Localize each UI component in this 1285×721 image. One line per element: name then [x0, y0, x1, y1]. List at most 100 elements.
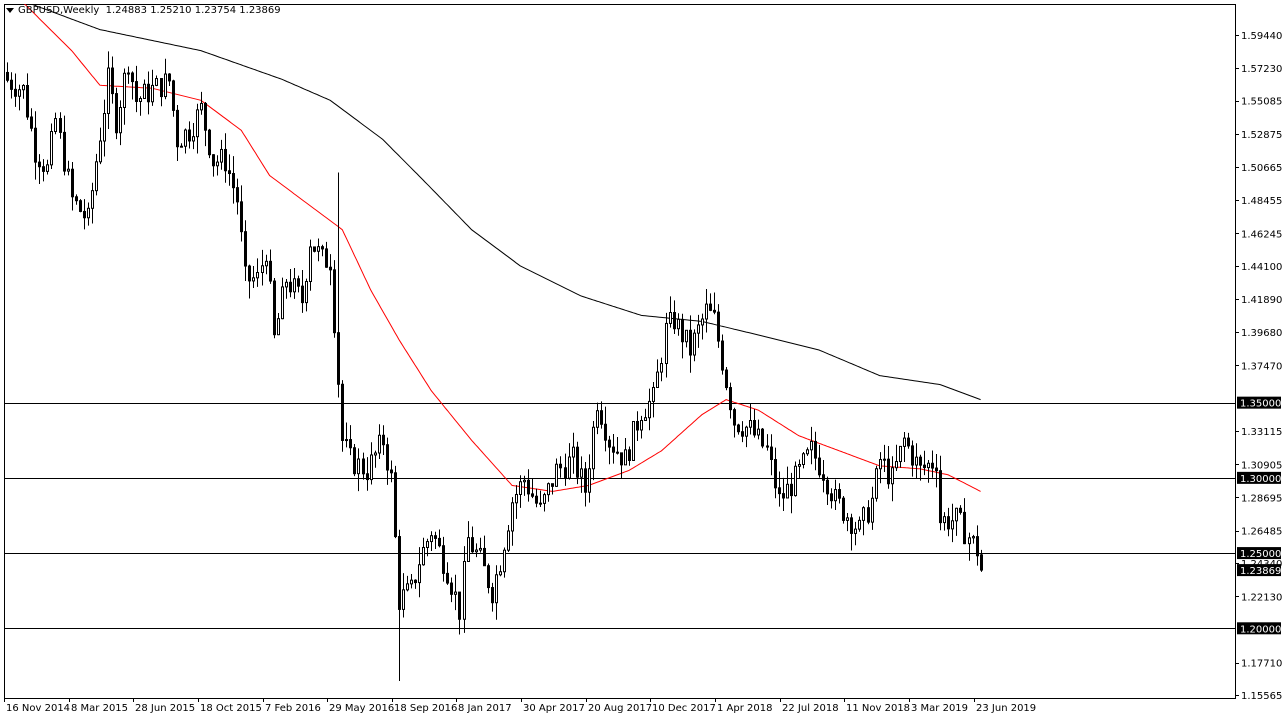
candle-bear: [540, 503, 542, 504]
level-label: 1.20000: [1240, 624, 1281, 635]
candle-bull: [185, 130, 187, 146]
candle-bear: [27, 85, 29, 116]
candle-bull: [104, 114, 106, 141]
price-tick-label: 1.48455: [1241, 196, 1282, 207]
candle-bear: [726, 370, 728, 388]
price-tick-label: 1.15565: [1241, 691, 1282, 702]
candle-bear: [116, 94, 118, 133]
candle-bear: [762, 429, 764, 446]
candle-bull: [520, 482, 522, 495]
candle-bull: [678, 319, 680, 328]
candle-bull: [120, 107, 122, 132]
candle-bull: [661, 364, 663, 373]
candle-bear: [7, 72, 9, 80]
candle-bear: [851, 518, 853, 534]
candle-bull: [262, 266, 264, 273]
candle-bear: [31, 117, 33, 128]
candle-bull: [253, 278, 255, 281]
candle-bear: [791, 484, 793, 495]
candle-bull: [795, 466, 797, 495]
candle-bear: [391, 470, 393, 473]
candle-bear: [560, 464, 562, 468]
candle-bear: [35, 128, 37, 162]
candle-bull: [666, 323, 668, 363]
candle-bull: [835, 490, 837, 501]
price-tick-label: 1.22130: [1241, 592, 1282, 603]
candle-bear: [868, 508, 870, 522]
candle-bear: [314, 247, 316, 251]
candle-bull: [952, 521, 954, 529]
candle-bear: [528, 480, 530, 494]
time-tick-label: 28 Jun 2015: [135, 703, 195, 714]
candle-bear: [775, 460, 777, 488]
candle-bear: [536, 496, 538, 503]
candle-bull: [928, 463, 930, 467]
candle-bear: [730, 388, 732, 410]
candle-bull: [686, 330, 688, 341]
candle-bear: [249, 266, 251, 281]
candle-bull: [904, 438, 906, 446]
candle-bear: [815, 441, 817, 458]
candle-bull: [706, 304, 708, 319]
candle-bear: [334, 270, 336, 333]
candle-bear: [565, 468, 567, 478]
candle-bull: [694, 333, 696, 355]
candle-bear: [177, 110, 179, 146]
candle-bull: [811, 441, 813, 449]
candle-bull: [193, 137, 195, 141]
candle-bear: [64, 132, 66, 171]
time-tick-label: 3 Mar 2019: [911, 703, 968, 714]
candle-bull: [847, 518, 849, 521]
candle-bull: [512, 503, 514, 531]
dropdown-triangle-icon[interactable]: [6, 8, 14, 13]
chart-title: GBPUSD,Weekly 1.24883 1.25210 1.23754 1.…: [6, 5, 281, 16]
candle-bear: [754, 421, 756, 435]
candle-bear: [710, 304, 712, 310]
candle-bear: [585, 469, 587, 492]
candle-bull: [431, 536, 433, 542]
candle-bear: [459, 592, 461, 619]
candle-bear: [783, 494, 785, 498]
candle-bear: [302, 286, 304, 302]
candle-bull: [310, 247, 312, 282]
candle-bull: [504, 550, 506, 572]
candle-bull: [403, 590, 405, 610]
candle-bull: [944, 517, 946, 523]
price-tick-label: 1.57230: [1241, 64, 1282, 75]
candle-bear: [60, 119, 62, 133]
candle-bear: [209, 130, 211, 155]
level-label: 1.25000: [1240, 549, 1281, 560]
candle-bull: [88, 208, 90, 217]
candle-bull: [306, 282, 308, 303]
candle-bull: [221, 149, 223, 162]
candle-bear: [823, 475, 825, 480]
ohlc-low: 1.23754: [195, 5, 236, 16]
candle-bull: [500, 572, 502, 575]
price-tick-label: 1.46245: [1241, 229, 1282, 240]
candle-bear: [936, 468, 938, 471]
candle-bear: [399, 537, 401, 610]
candle-bull: [548, 484, 550, 495]
candle-bull: [649, 401, 651, 417]
price-chart[interactable]: 1.594401.572301.550851.528751.506651.484…: [0, 0, 1285, 721]
time-tick-label: 11 Nov 2018: [846, 703, 910, 714]
price-tick-label: 1.37470: [1241, 361, 1282, 372]
candle-bear: [601, 411, 603, 425]
candle-bear: [932, 463, 934, 468]
candle-bull: [480, 548, 482, 550]
candle-bull: [641, 420, 643, 429]
time-tick-label: 23 Jun 2019: [976, 703, 1036, 714]
candle-bull: [19, 90, 21, 97]
candle-bear: [827, 480, 829, 494]
candle-bear: [290, 282, 292, 291]
candle-bull: [318, 247, 320, 252]
candle-bear: [241, 202, 243, 232]
candle-bull: [427, 542, 429, 548]
price-tick-label: 1.41890: [1241, 295, 1282, 306]
candle-bear: [233, 174, 235, 188]
candle-bull: [876, 469, 878, 499]
candle-bull: [423, 547, 425, 564]
candle-bull: [375, 453, 377, 455]
candle-bull: [872, 498, 874, 522]
ohlc-open: 1.24883: [106, 5, 147, 16]
